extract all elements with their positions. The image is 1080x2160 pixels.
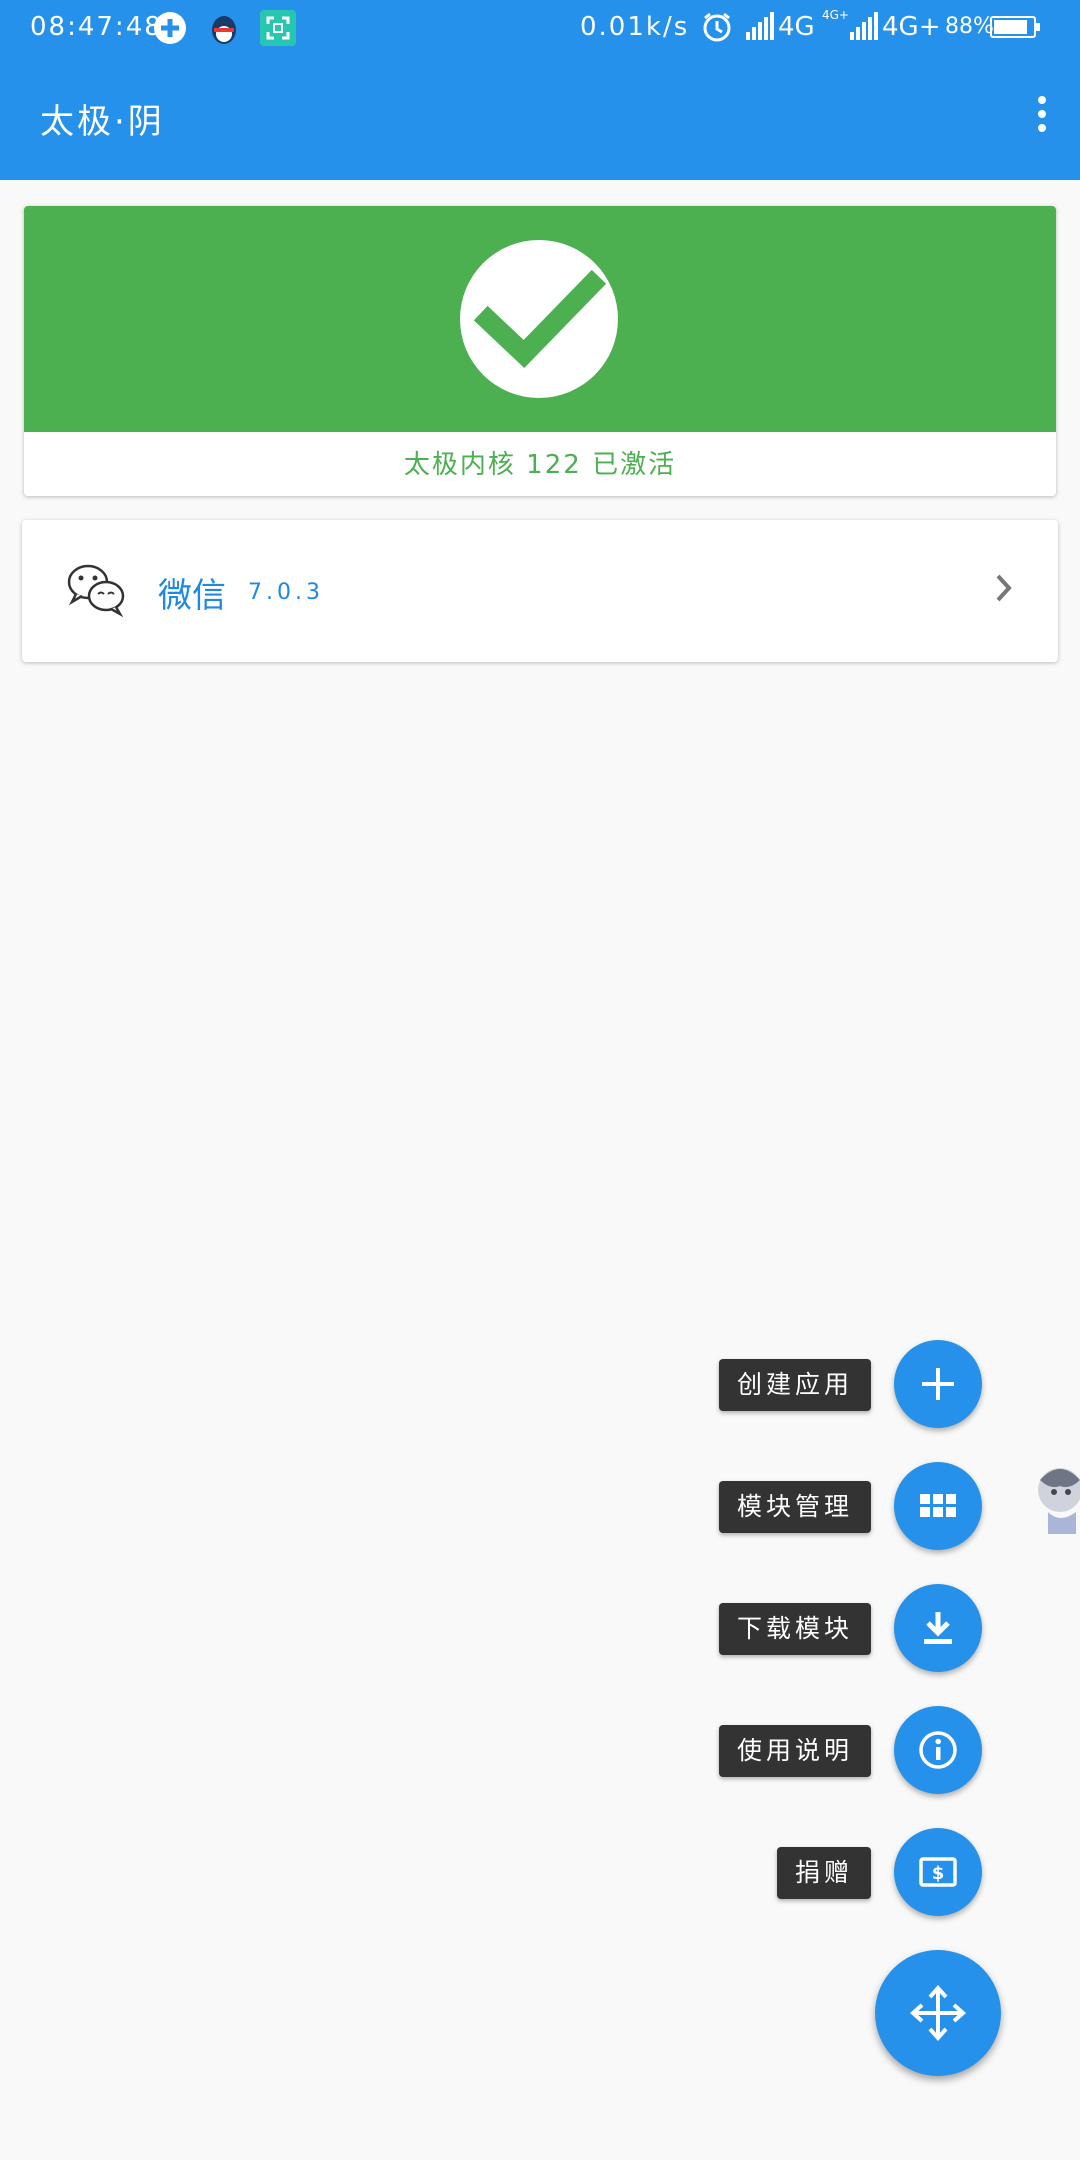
signal-icon-2: [850, 12, 880, 47]
battery-icon: [990, 16, 1040, 38]
battery-percent: 88%: [945, 14, 994, 39]
app-bar: 太极·阴: [0, 56, 1080, 180]
donate-icon: $: [919, 1857, 957, 1887]
fab-label-instructions[interactable]: 使用说明: [718, 1725, 871, 1777]
fab-label-download-module[interactable]: 下载模块: [718, 1603, 871, 1655]
fab-label-module-manage[interactable]: 模块管理: [718, 1481, 871, 1533]
more-vert-icon[interactable]: [1032, 96, 1052, 140]
check-icon: [460, 240, 618, 398]
info-icon: [919, 1731, 957, 1769]
fab-main-button[interactable]: [875, 1950, 1001, 2076]
move-arrows-icon: [909, 1984, 967, 2042]
app-name: 微信: [158, 576, 226, 616]
donate-button[interactable]: $: [894, 1828, 982, 1916]
network-type-1: 4G: [778, 12, 815, 42]
create-app-button[interactable]: [894, 1340, 982, 1428]
scan-icon: [260, 10, 296, 46]
instructions-button[interactable]: [894, 1706, 982, 1794]
battery-fill: [994, 20, 1027, 34]
wechat-icon: [66, 562, 126, 618]
network-speed: 0.01k/s: [580, 12, 690, 42]
status-bar: 08:47:48 0.01k/s 4G 4G+ 4G+ 88%: [0, 0, 1080, 56]
status-time: 08:47:48: [30, 12, 163, 42]
medical-plus-icon: [152, 10, 188, 46]
module-manage-button[interactable]: [894, 1462, 982, 1550]
floating-mascot-avatar[interactable]: [1030, 1460, 1080, 1550]
plus-icon: [922, 1368, 954, 1400]
grid-icon: [920, 1494, 956, 1517]
signal-icon: [746, 12, 776, 47]
network-type-2: 4G+: [882, 12, 941, 42]
fab-label-create-app[interactable]: 创建应用: [718, 1359, 871, 1411]
app-version: 7.0.3: [248, 580, 324, 605]
status-banner: [24, 206, 1056, 432]
network-type-2-small: 4G+: [822, 8, 849, 22]
list-item-wechat[interactable]: 微信 7.0.3: [22, 520, 1058, 662]
download-icon: [924, 1612, 952, 1644]
app-title: 太极·阴: [40, 102, 165, 142]
svg-text:$: $: [932, 1863, 945, 1884]
qq-penguin-icon: [206, 10, 242, 46]
fab-label-donate[interactable]: 捐赠: [776, 1847, 871, 1899]
chevron-right-icon: [994, 572, 1014, 604]
download-module-button[interactable]: [894, 1584, 982, 1672]
status-text: 太极内核 122 已激活: [403, 450, 677, 480]
status-card[interactable]: 太极内核 122 已激活: [24, 206, 1056, 496]
alarm-icon: [700, 10, 734, 51]
